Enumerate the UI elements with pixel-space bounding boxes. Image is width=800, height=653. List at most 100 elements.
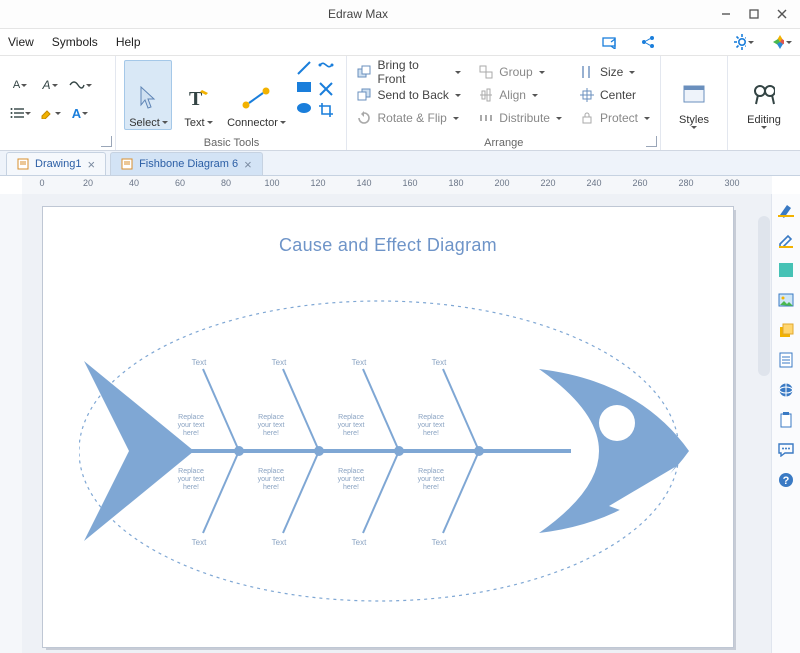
size-button[interactable]: Size <box>578 62 652 82</box>
canvas[interactable]: Cause and Effect Diagram Text Text Replace… <box>22 194 772 653</box>
ruler-tick: 180 <box>448 178 463 188</box>
ribbon-group-editing: Editing <box>728 56 800 150</box>
editing-label: Editing <box>747 114 781 126</box>
help-icon[interactable]: ? <box>776 470 796 490</box>
ruler-tick: 120 <box>310 178 325 188</box>
ruler-tick: 280 <box>678 178 693 188</box>
svg-text:Text: Text <box>192 538 207 547</box>
settings-icon[interactable] <box>734 32 754 52</box>
center-button[interactable]: Center <box>578 85 652 105</box>
svg-text:Replace: Replace <box>418 414 444 421</box>
send-to-back-button[interactable]: Send to Back <box>355 85 463 105</box>
clipboard-icon[interactable] <box>776 410 796 430</box>
ruler-tick: 0 <box>39 178 44 188</box>
tab-fishbone[interactable]: Fishbone Diagram 6 × <box>110 152 263 175</box>
scrollbar-vertical[interactable] <box>758 216 770 376</box>
group-label: Group <box>499 65 532 79</box>
select-tool[interactable]: Select <box>124 60 172 130</box>
ruler-tick: 300 <box>724 178 739 188</box>
ellipse-shape-icon[interactable] <box>296 102 312 118</box>
titlebar: Edraw Max <box>0 0 800 29</box>
crop-shape-icon[interactable] <box>318 102 334 118</box>
image-icon[interactable] <box>776 290 796 310</box>
ruler-tick: 140 <box>356 178 371 188</box>
select-label: Select <box>129 117 160 129</box>
cross-shape-icon[interactable] <box>318 81 334 97</box>
share-icon[interactable] <box>638 32 658 52</box>
menu-help[interactable]: Help <box>116 35 141 49</box>
bring-to-front-button[interactable]: Bring to Front <box>355 62 463 82</box>
editing-button[interactable]: Editing <box>736 60 792 130</box>
svg-text:your text: your text <box>258 422 285 429</box>
close-button[interactable] <box>768 4 796 24</box>
rect-shape-icon[interactable] <box>296 81 312 97</box>
align-button[interactable]: Align <box>477 85 564 105</box>
svg-text:Replace: Replace <box>178 414 204 421</box>
list-button[interactable] <box>8 102 32 124</box>
svg-text:your text: your text <box>338 476 365 483</box>
page[interactable]: Cause and Effect Diagram Text Text Replace… <box>42 206 734 648</box>
ruler-tick: 260 <box>632 178 647 188</box>
maximize-button[interactable] <box>740 4 768 24</box>
side-toolbar: ? <box>771 194 800 653</box>
menubar: View Symbols Help <box>0 29 800 56</box>
connector-label: Connector <box>227 117 278 129</box>
ruler-tick: 100 <box>264 178 279 188</box>
ruler-tick: 60 <box>175 178 185 188</box>
ruler-tick: 80 <box>221 178 231 188</box>
font-color-button[interactable]: A <box>68 102 92 124</box>
protect-button[interactable]: Protect <box>578 108 652 128</box>
page-icon[interactable] <box>776 350 796 370</box>
font-size-button[interactable]: A <box>8 74 32 96</box>
text-tool[interactable]: T Text <box>174 60 222 130</box>
svg-text:Replace: Replace <box>338 468 364 475</box>
app-title: Edraw Max <box>4 7 712 21</box>
layers-icon[interactable] <box>776 320 796 340</box>
tab-drawing1[interactable]: Drawing1 × <box>6 152 106 175</box>
ruler-horizontal: 0204060801001201401601802002202402602803… <box>22 176 772 195</box>
svg-text:your text: your text <box>258 476 285 483</box>
ruler-tick: 20 <box>83 178 93 188</box>
workarea: 0204060801001201401601802002202402602803… <box>0 176 800 653</box>
size-label: Size <box>600 65 623 79</box>
fishbone-diagram[interactable]: TextTextReplaceyour texthere!Replaceyour… <box>79 291 699 611</box>
dialog-launcher-icon[interactable] <box>101 136 112 147</box>
theme-icon[interactable] <box>776 200 796 220</box>
text-label: Text <box>184 117 204 129</box>
cloud-icon[interactable] <box>600 32 620 52</box>
globe-icon[interactable] <box>776 380 796 400</box>
svg-text:?: ? <box>783 475 790 487</box>
ribbon-group-font: A A A <box>0 56 116 150</box>
line-style-button[interactable] <box>68 74 92 96</box>
svg-text:Text: Text <box>192 358 207 367</box>
rotate-flip-button[interactable]: Rotate & Flip <box>355 108 463 128</box>
dialog-launcher-arrange-icon[interactable] <box>646 136 657 147</box>
minimize-button[interactable] <box>712 4 740 24</box>
highlight-button[interactable] <box>38 102 62 124</box>
comment-icon[interactable] <box>776 440 796 460</box>
ruler-tick: 220 <box>540 178 555 188</box>
tab-label: Fishbone Diagram 6 <box>139 158 238 170</box>
send-back-label: Send to Back <box>377 88 448 102</box>
close-icon[interactable]: × <box>244 158 252 171</box>
edit-icon[interactable] <box>776 230 796 250</box>
menu-symbols[interactable]: Symbols <box>52 35 98 49</box>
ribbon-group-styles: Styles <box>661 56 728 150</box>
connector-tool[interactable]: Connector <box>224 60 288 130</box>
diagram-title: Cause and Effect Diagram <box>43 235 733 256</box>
protect-label: Protect <box>600 111 638 125</box>
distribute-label: Distribute <box>499 111 550 125</box>
distribute-button[interactable]: Distribute <box>477 108 564 128</box>
styles-button[interactable]: Styles <box>669 60 719 130</box>
close-icon[interactable]: × <box>87 158 95 171</box>
line-shape-icon[interactable] <box>296 60 312 76</box>
menu-view[interactable]: View <box>8 35 34 49</box>
color-swatch-icon[interactable] <box>776 260 796 280</box>
group-button[interactable]: Group <box>477 62 564 82</box>
app-logo-icon[interactable] <box>772 32 792 52</box>
pencil-shape-icon[interactable] <box>318 60 334 76</box>
svg-text:Text: Text <box>352 538 367 547</box>
svg-text:here!: here! <box>343 430 359 437</box>
font-style-button[interactable]: A <box>38 74 62 96</box>
doc-icon <box>17 158 29 170</box>
